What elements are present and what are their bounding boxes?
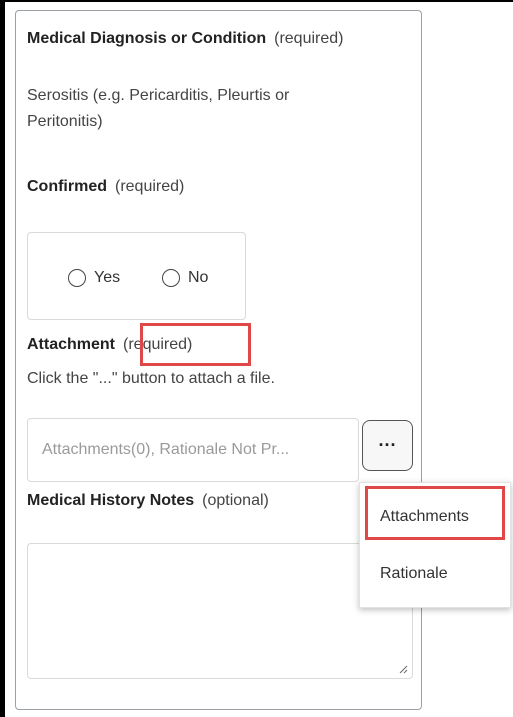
diagnosis-label: Medical Diagnosis or Condition (required): [27, 30, 343, 48]
radio-no-circle-icon[interactable]: [162, 269, 180, 287]
confirmed-required: (required): [115, 178, 185, 195]
frame-top-border: [0, 0, 513, 2]
required-highlight-box: [140, 323, 251, 366]
history-optional: (optional): [202, 492, 269, 509]
radio-yes-circle-icon[interactable]: [68, 269, 86, 287]
attachment-hint: Click the "..." button to attach a file.: [27, 370, 275, 387]
diagnosis-value: Serositis (e.g. Pericarditis, Pleurtis o…: [27, 83, 289, 135]
attachments-highlight-box: [365, 486, 505, 540]
confirmed-label: Confirmed (required): [27, 178, 184, 196]
radio-yes-label: Yes: [94, 269, 121, 286]
attachment-options-button[interactable]: ...: [362, 420, 413, 471]
diagnosis-value-line2: Peritonitis): [27, 113, 103, 130]
radio-yes[interactable]: Yes: [68, 269, 120, 287]
radio-no-label: No: [188, 269, 209, 286]
history-label-text: Medical History Notes: [27, 492, 195, 509]
attachment-input[interactable]: Attachments(0), Rationale Not Pr...: [27, 418, 359, 482]
diagnosis-value-line1: Serositis (e.g. Pericarditis, Pleurtis o…: [27, 87, 290, 104]
resize-handle-icon[interactable]: [398, 664, 408, 674]
frame-left-border: [0, 0, 5, 717]
confirmed-radio-group: Yes No: [27, 232, 246, 320]
ellipsis-icon: ...: [378, 430, 397, 450]
attachment-label-text: Attachment: [27, 336, 116, 353]
diagnosis-required: (required): [274, 30, 344, 47]
menu-item-rationale[interactable]: Rationale: [360, 554, 510, 594]
radio-no[interactable]: No: [162, 269, 208, 287]
diagnosis-label-text: Medical Diagnosis or Condition: [27, 30, 267, 47]
confirmed-label-text: Confirmed: [27, 178, 107, 195]
history-notes-textarea[interactable]: [27, 543, 413, 679]
history-label: Medical History Notes (optional): [27, 492, 269, 510]
